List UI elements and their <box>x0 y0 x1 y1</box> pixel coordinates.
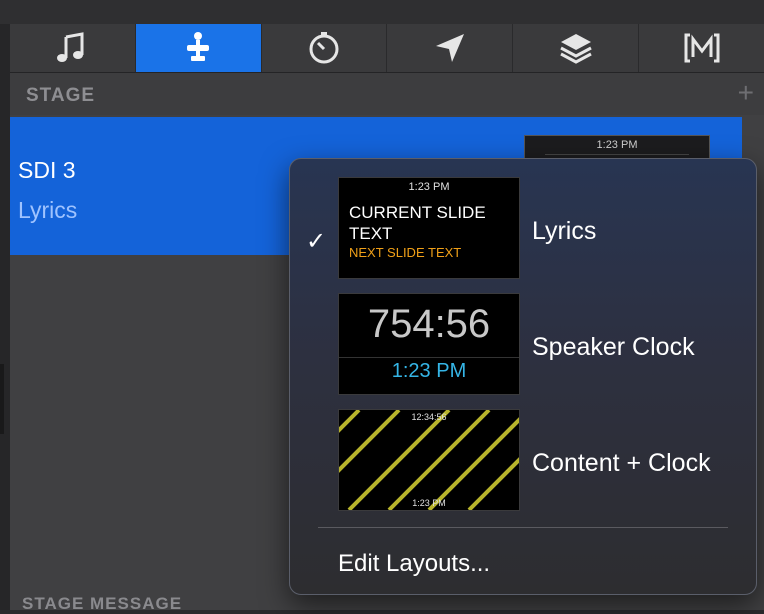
tab-props[interactable] <box>513 24 640 72</box>
thumb-next-text: NEXT SLIDE TEXT <box>349 245 462 260</box>
thumb-divider <box>339 357 519 358</box>
menu-item-content-clock[interactable]: 12:34:56 1:23 PM Content + Clock <box>290 405 756 513</box>
content-stripes <box>339 410 519 510</box>
title-strip <box>0 0 764 25</box>
thumb-time: 1:23 PM <box>408 181 450 193</box>
speaker-clock-thumbnail: 754:56 1:23 PM <box>338 293 520 395</box>
lyrics-thumbnail: 1:23 PM CURRENT SLIDE TEXT NEXT SLIDE TE… <box>338 177 520 279</box>
menu-item-label: Content + Clock <box>532 449 711 477</box>
tab-stage[interactable] <box>135 24 262 72</box>
add-stage-button[interactable]: + <box>738 79 754 107</box>
menu-item-label: Speaker Clock <box>532 333 695 361</box>
stage-display-icon <box>187 32 210 61</box>
layers-icon <box>560 34 592 64</box>
stage-row-name: SDI 3 <box>18 157 76 183</box>
menu-item-lyrics[interactable]: ✓ 1:23 PM CURRENT SLIDE TEXT NEXT SLIDE … <box>290 173 756 281</box>
timer-icon <box>309 32 339 64</box>
macro-m-icon <box>684 33 720 63</box>
left-pane-edge <box>0 24 10 610</box>
tab-audio[interactable] <box>10 24 136 72</box>
menu-item-label: Lyrics <box>532 217 597 245</box>
edit-layouts-label: Edit Layouts... <box>338 550 491 577</box>
thumb-current-text: CURRENT SLIDE TEXT <box>349 203 486 243</box>
menu-item-speaker-clock[interactable]: 754:56 1:23 PM Speaker Clock <box>290 289 756 397</box>
edit-layouts-item[interactable]: Edit Layouts... <box>290 535 756 587</box>
layout-dropdown-menu: ✓ 1:23 PM CURRENT SLIDE TEXT NEXT SLIDE … <box>289 158 757 595</box>
thumb-divider <box>545 154 689 155</box>
content-clock-thumbnail: 12:34:56 1:23 PM <box>338 409 520 511</box>
stage-row-layout: Lyrics <box>18 197 78 223</box>
tab-macros[interactable] <box>639 24 764 72</box>
tab-messages[interactable] <box>387 24 514 72</box>
thumb-countdown: 754:56 <box>367 302 491 346</box>
navigation-arrow-icon <box>435 34 464 62</box>
stage-row-thumb-time: 1:23 PM <box>596 139 638 151</box>
stage-message-label: STAGE MESSAGE <box>22 594 183 613</box>
thumb-bottom-time: 1:23 PM <box>412 498 446 508</box>
thumb-clock: 1:23 PM <box>391 360 467 382</box>
tab-timers[interactable] <box>262 24 388 72</box>
menu-separator <box>318 527 728 528</box>
thumb-top-time: 12:34:56 <box>411 412 447 422</box>
tool-tabbar <box>10 24 764 73</box>
music-note-icon <box>57 32 84 62</box>
pane-divider-notch <box>0 364 4 434</box>
stage-title: STAGE <box>26 85 96 106</box>
checkmark-icon: ✓ <box>306 228 327 255</box>
stage-section-header: STAGE + <box>10 73 764 115</box>
